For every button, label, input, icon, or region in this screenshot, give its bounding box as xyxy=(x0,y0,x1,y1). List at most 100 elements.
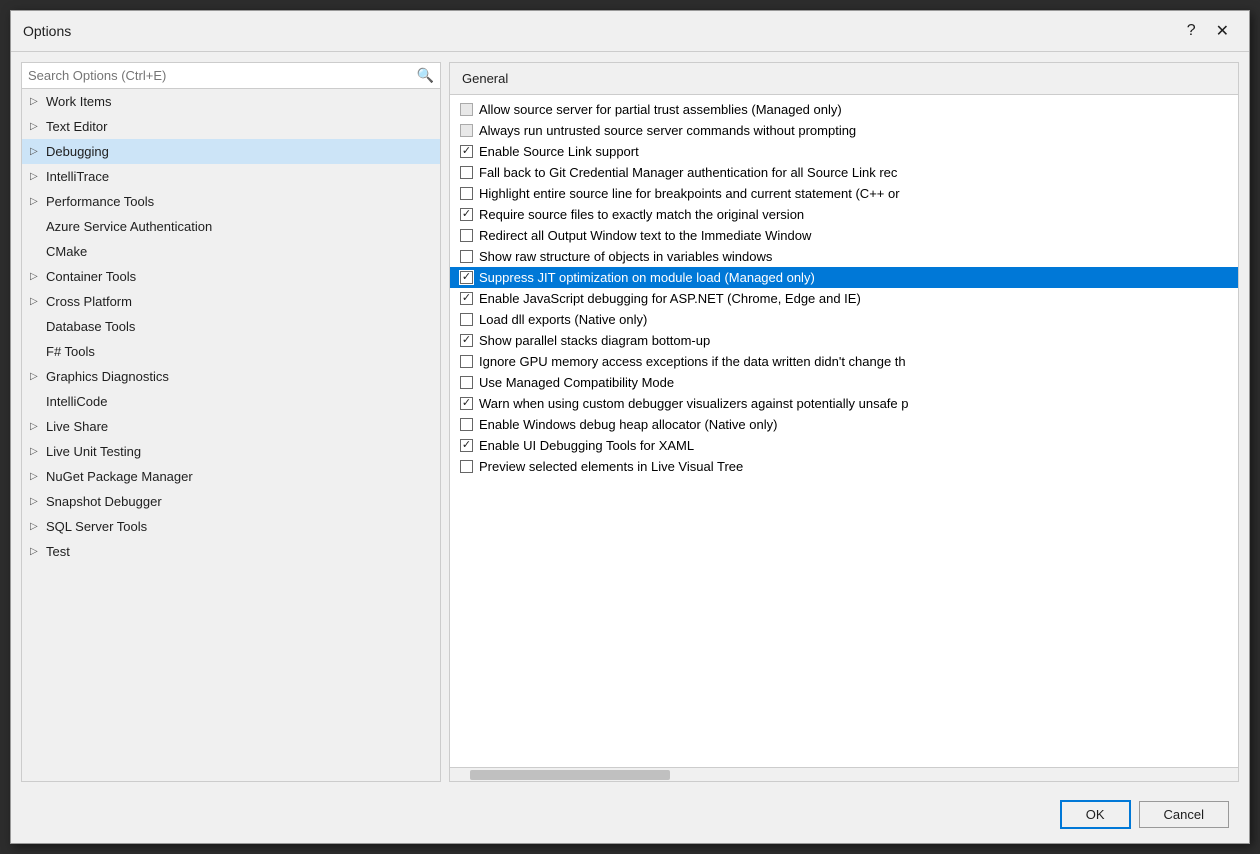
right-panel: General Allow source server for partial … xyxy=(449,62,1239,782)
option-label: Enable JavaScript debugging for ASP.NET … xyxy=(479,291,861,306)
option-item[interactable]: Require source files to exactly match th… xyxy=(450,204,1238,225)
tree-item-label: IntelliTrace xyxy=(46,169,109,184)
tree-item[interactable]: ▷Snapshot Debugger xyxy=(22,489,440,514)
tree-arrow-icon: ▷ xyxy=(30,96,42,107)
tree-item-label: Test xyxy=(46,544,70,559)
tree-item[interactable]: CMake xyxy=(22,239,440,264)
option-checkbox[interactable] xyxy=(460,271,473,284)
option-checkbox[interactable] xyxy=(460,292,473,305)
tree-item-label: Work Items xyxy=(46,94,112,109)
option-checkbox[interactable] xyxy=(460,439,473,452)
tree-item[interactable]: Database Tools xyxy=(22,314,440,339)
tree-item[interactable]: ▷Graphics Diagnostics xyxy=(22,364,440,389)
option-item[interactable]: Always run untrusted source server comma… xyxy=(450,120,1238,141)
tree-item-label: Cross Platform xyxy=(46,294,132,309)
tree-item-label: Azure Service Authentication xyxy=(46,219,212,234)
option-checkbox[interactable] xyxy=(460,355,473,368)
option-item[interactable]: Allow source server for partial trust as… xyxy=(450,99,1238,120)
tree-item[interactable]: ▷ IntelliTrace xyxy=(22,164,440,189)
option-item[interactable]: Fall back to Git Credential Manager auth… xyxy=(450,162,1238,183)
dialog-body: 🔍 ▷Work Items▷Text Editor▷Debugging▷Inte… xyxy=(11,52,1249,843)
option-label: Load dll exports (Native only) xyxy=(479,312,647,327)
option-label: Show raw structure of objects in variabl… xyxy=(479,249,772,264)
close-button[interactable]: ✕ xyxy=(1208,19,1237,43)
tree-item[interactable]: ▷SQL Server Tools xyxy=(22,514,440,539)
title-bar-buttons: ? ✕ xyxy=(1179,19,1237,43)
option-item[interactable]: Ignore GPU memory access exceptions if t… xyxy=(450,351,1238,372)
tree-arrow-icon: ▷ xyxy=(30,271,42,282)
tree-arrow-icon: ▷ xyxy=(30,146,42,157)
option-checkbox[interactable] xyxy=(460,334,473,347)
tree-item[interactable]: ▷Debugging xyxy=(22,139,440,164)
tree-arrow-icon: ▷ xyxy=(30,546,42,557)
tree-arrow-icon: ▷ xyxy=(30,171,42,182)
tree-item[interactable]: ▷Text Editor xyxy=(22,114,440,139)
option-item[interactable]: Enable Windows debug heap allocator (Nat… xyxy=(450,414,1238,435)
tree-item[interactable]: F# Tools xyxy=(22,339,440,364)
option-label: Require source files to exactly match th… xyxy=(479,207,804,222)
option-checkbox[interactable] xyxy=(460,418,473,431)
horizontal-scrollbar[interactable] xyxy=(450,767,1238,781)
cancel-button[interactable]: Cancel xyxy=(1139,801,1229,828)
tree-item[interactable]: ▷ Work Items xyxy=(22,89,440,114)
tree-item[interactable]: ▷Live Share xyxy=(22,414,440,439)
option-checkbox[interactable] xyxy=(460,460,473,473)
option-label: Enable Source Link support xyxy=(479,144,639,159)
main-content: 🔍 ▷Work Items▷Text Editor▷Debugging▷Inte… xyxy=(21,62,1239,782)
option-checkbox[interactable] xyxy=(460,397,473,410)
ok-button[interactable]: OK xyxy=(1060,800,1131,829)
option-checkbox[interactable] xyxy=(460,187,473,200)
scroll-thumb[interactable] xyxy=(470,770,670,780)
option-item[interactable]: Enable Source Link support xyxy=(450,141,1238,162)
option-item[interactable]: Highlight entire source line for breakpo… xyxy=(450,183,1238,204)
title-bar: Options ? ✕ xyxy=(11,11,1249,52)
tree-item[interactable]: ▷ Test xyxy=(22,539,440,564)
option-item[interactable]: Warn when using custom debugger visualiz… xyxy=(450,393,1238,414)
option-item[interactable]: Enable UI Debugging Tools for XAML xyxy=(450,435,1238,456)
tree-item[interactable]: ▷Container Tools xyxy=(22,264,440,289)
option-item[interactable]: Suppress JIT optimization on module load… xyxy=(450,267,1238,288)
option-item[interactable]: Show parallel stacks diagram bottom-up xyxy=(450,330,1238,351)
tree-item[interactable]: ▷Live Unit Testing xyxy=(22,439,440,464)
left-panel: 🔍 ▷Work Items▷Text Editor▷Debugging▷Inte… xyxy=(21,62,441,782)
option-label: Preview selected elements in Live Visual… xyxy=(479,459,743,474)
option-checkbox[interactable] xyxy=(460,250,473,263)
option-item[interactable]: Redirect all Output Window text to the I… xyxy=(450,225,1238,246)
option-checkbox[interactable] xyxy=(460,166,473,179)
option-checkbox[interactable] xyxy=(460,376,473,389)
option-item[interactable]: Load dll exports (Native only) xyxy=(450,309,1238,330)
tree-item[interactable]: Azure Service Authentication xyxy=(22,214,440,239)
help-button[interactable]: ? xyxy=(1179,20,1204,42)
option-item[interactable]: Use Managed Compatibility Mode xyxy=(450,372,1238,393)
option-checkbox[interactable] xyxy=(460,103,473,116)
tree-item-label: Live Unit Testing xyxy=(46,444,141,459)
search-input[interactable] xyxy=(28,68,413,83)
search-box[interactable]: 🔍 xyxy=(22,63,440,89)
option-label: Use Managed Compatibility Mode xyxy=(479,375,674,390)
option-item[interactable]: Enable JavaScript debugging for ASP.NET … xyxy=(450,288,1238,309)
tree-arrow-icon: ▷ xyxy=(30,296,42,307)
tree-item-label: Database Tools xyxy=(46,319,135,334)
tree-arrow-icon: ▷ xyxy=(30,471,42,482)
tree-item[interactable]: ▷ NuGet Package Manager xyxy=(22,464,440,489)
option-label: Warn when using custom debugger visualiz… xyxy=(479,396,908,411)
option-checkbox[interactable] xyxy=(460,124,473,137)
option-checkbox[interactable] xyxy=(460,208,473,221)
tree-item[interactable]: ▷ Cross Platform xyxy=(22,289,440,314)
option-item[interactable]: Show raw structure of objects in variabl… xyxy=(450,246,1238,267)
tree-container[interactable]: ▷Work Items▷Text Editor▷Debugging▷Intell… xyxy=(22,89,440,781)
options-list[interactable]: Allow source server for partial trust as… xyxy=(450,95,1238,767)
option-checkbox[interactable] xyxy=(460,145,473,158)
tree-arrow-icon: ▷ xyxy=(30,196,42,207)
option-label: Highlight entire source line for breakpo… xyxy=(479,186,900,201)
option-label: Redirect all Output Window text to the I… xyxy=(479,228,811,243)
option-label: Fall back to Git Credential Manager auth… xyxy=(479,165,897,180)
option-item[interactable]: Preview selected elements in Live Visual… xyxy=(450,456,1238,477)
tree-item-label: Graphics Diagnostics xyxy=(46,369,169,384)
option-checkbox[interactable] xyxy=(460,229,473,242)
tree-item[interactable]: IntelliCode xyxy=(22,389,440,414)
option-checkbox[interactable] xyxy=(460,313,473,326)
tree-item[interactable]: ▷Performance Tools xyxy=(22,189,440,214)
option-label: Allow source server for partial trust as… xyxy=(479,102,842,117)
tree-item-label: NuGet Package Manager xyxy=(46,469,193,484)
